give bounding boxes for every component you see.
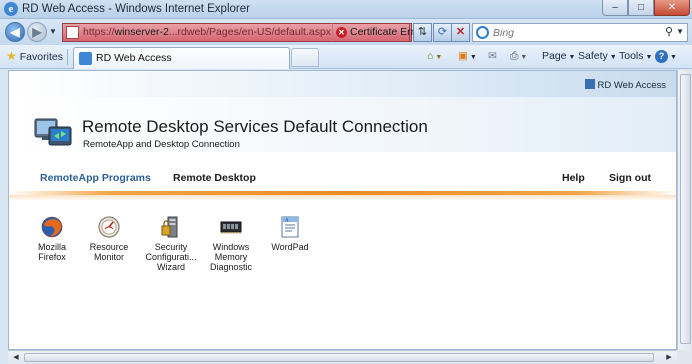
favorites-star-icon: ★ (6, 49, 17, 63)
favorites-button[interactable]: ★ Favorites (6, 49, 63, 63)
maximize-button[interactable]: □ (628, 0, 654, 16)
rd-navigation: RemoteApp Programs Remote Desktop Help S… (9, 166, 676, 192)
app-label: Monitor (93, 252, 124, 262)
mail-icon[interactable]: ✉ (488, 50, 497, 62)
help-link[interactable]: Help (562, 172, 585, 184)
remote-desktop-logo-icon (34, 118, 72, 146)
horizontal-scroll-thumb[interactable] (24, 353, 654, 362)
horizontal-scrollbar[interactable]: ◀ ▶ (8, 350, 677, 364)
app-label: Security (154, 242, 188, 252)
tab-label: RD Web Access (96, 52, 172, 64)
app-label: Wizard (156, 262, 185, 272)
app-mozilla-firefox[interactable]: Mozilla Firefox (22, 215, 82, 262)
search-dropdown-icon[interactable]: ▼ (676, 27, 684, 36)
app-label: Memory (214, 252, 248, 262)
app-label: Configurati... (145, 252, 197, 262)
app-label: WordPad (271, 242, 309, 252)
size-grip[interactable] (677, 350, 692, 364)
tab-favicon-icon (79, 52, 92, 65)
refresh-icon[interactable]: ⟳ (433, 23, 452, 42)
favorites-label: Favorites (19, 51, 63, 63)
certificate-error-badge[interactable]: ✕ Certificate Error (332, 23, 424, 42)
app-label: Diagnostic (209, 262, 253, 272)
bing-icon (476, 26, 489, 39)
browser-tab[interactable]: RD Web Access (73, 47, 290, 69)
tab-remote-desktop[interactable]: Remote Desktop (173, 172, 256, 184)
safety-menu[interactable]: Safety ▼ (578, 50, 617, 62)
help-icon: ? (655, 50, 668, 63)
wordpad-icon: A (281, 216, 299, 238)
home-icon[interactable]: ⌂ ▼ (427, 50, 442, 62)
divider (67, 49, 68, 65)
app-label: Windows (212, 242, 250, 252)
search-input[interactable] (491, 25, 661, 40)
new-tab-button[interactable] (291, 48, 319, 67)
svg-text:A: A (285, 219, 289, 224)
app-label: Mozilla (37, 242, 66, 252)
app-label: Resource (89, 242, 129, 252)
app-wordpad[interactable]: A WordPad (260, 215, 320, 252)
remoteapp-list: Mozilla Firefox Resource Monitor Securit… (9, 215, 676, 285)
rd-brand-icon (584, 79, 595, 89)
app-label: Firefox (38, 252, 66, 262)
navigation-bar: ◀ ▶ ▼ https://winserver-2...rdweb/Pages/… (0, 19, 692, 45)
history-dropdown-icon[interactable]: ▼ (49, 27, 57, 36)
print-icon[interactable]: ⎙ ▼ (510, 50, 527, 63)
app-resource-monitor[interactable]: Resource Monitor (79, 215, 139, 262)
back-button[interactable]: ◀ (5, 22, 25, 42)
page-content: RD Web Access Remote Desktop Services De… (8, 70, 677, 350)
feeds-icon[interactable]: ▣ ▼ (458, 50, 477, 62)
help-menu[interactable]: ? ▼ (655, 50, 677, 63)
window-title-bar: e RD Web Access - Windows Internet Explo… (0, 0, 692, 19)
rd-header: Remote Desktop Services Default Connecti… (9, 97, 676, 152)
app-windows-memory-diagnostic[interactable]: Windows Memory Diagnostic (201, 215, 261, 272)
page-subtitle: RemoteApp and Desktop Connection (83, 139, 240, 150)
stop-icon[interactable]: ✕ (451, 23, 470, 42)
vertical-scroll-thumb[interactable] (680, 74, 691, 344)
sign-out-link[interactable]: Sign out (609, 172, 651, 184)
page-title: Remote Desktop Services Default Connecti… (82, 117, 428, 136)
search-box[interactable]: ⚲ ▼ (472, 23, 688, 42)
close-button[interactable]: ✕ (654, 0, 690, 16)
memory-diagnostic-icon (220, 221, 242, 234)
address-url[interactable]: https://winserver-2...rdweb/Pages/en-US/… (83, 26, 331, 38)
window-title: RD Web Access - Windows Internet Explore… (22, 3, 250, 15)
rd-top-bar: RD Web Access (9, 71, 676, 97)
forward-button[interactable]: ▶ (27, 22, 47, 42)
scroll-right-icon[interactable]: ▶ (662, 351, 676, 364)
firefox-icon (41, 216, 63, 238)
search-icon[interactable]: ⚲ (665, 25, 673, 38)
tools-menu[interactable]: Tools ▼ (619, 50, 652, 62)
vertical-scrollbar[interactable] (677, 70, 692, 350)
page-icon (66, 26, 79, 39)
resource-monitor-icon (98, 216, 120, 238)
security-wizard-icon (161, 216, 178, 238)
minimize-button[interactable]: – (602, 0, 628, 16)
certificate-error-icon: ✕ (336, 27, 347, 38)
rss-refresh-icon[interactable]: ⇅ (413, 23, 432, 42)
app-security-configuration-wizard[interactable]: Security Configurati... Wizard (141, 215, 201, 272)
favorites-and-tabs-bar: ★ Favorites RD Web Access ⌂ ▼ ▣ ▼ ✉ ⎙ ▼ Page… (0, 45, 692, 69)
tab-remoteapp-programs[interactable]: RemoteApp Programs (40, 172, 151, 184)
rd-brand: RD Web Access (584, 79, 666, 91)
ie-logo-icon: e (4, 2, 18, 16)
nav-underline-glow (9, 195, 676, 201)
page-menu[interactable]: Page ▼ (542, 50, 575, 62)
scroll-left-icon[interactable]: ◀ (9, 351, 23, 364)
